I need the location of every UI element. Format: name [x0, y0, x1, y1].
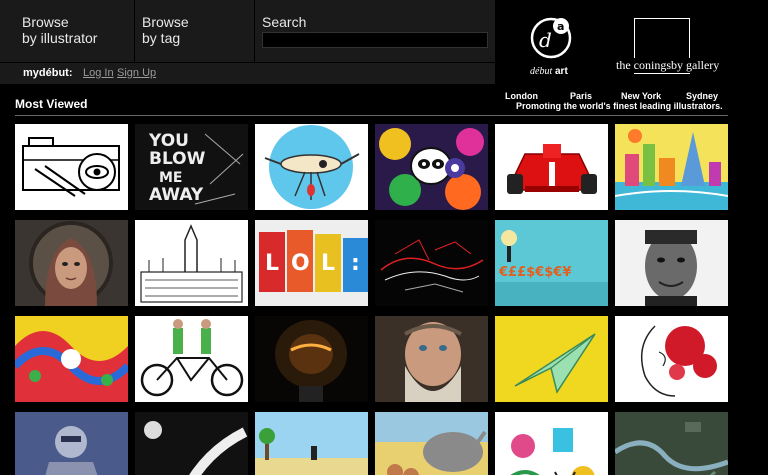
thumbnail[interactable] [375, 412, 488, 475]
svg-text:ME: ME [159, 170, 183, 186]
browse-label: Browse [142, 14, 189, 30]
thumbnail[interactable] [15, 220, 128, 306]
thumbnail[interactable]: €££$€$€¥ [495, 220, 608, 306]
login-link[interactable]: Log In [83, 67, 114, 79]
tagline: Promoting the world's finest leading ill… [516, 101, 723, 111]
search-section: Search [255, 0, 495, 62]
svg-text:YOU: YOU [148, 131, 189, 151]
thumbnail[interactable] [15, 412, 128, 475]
search-input[interactable] [262, 32, 488, 48]
thumbnail[interactable] [615, 124, 728, 210]
thumbnail[interactable] [495, 412, 608, 475]
by-illustrator-label: by illustrator [22, 30, 98, 46]
thumbnail[interactable] [135, 412, 248, 475]
svg-text:€££$€$€¥: €££$€$€¥ [498, 265, 571, 280]
thumbnail[interactable]: YOU BLOW ME AWAY [135, 124, 248, 210]
thumbnail[interactable] [255, 412, 368, 475]
thumbnail[interactable] [375, 316, 488, 402]
city-sydney: Sydney [686, 91, 719, 101]
browse-by-tag-link[interactable]: Browse by tag [135, 0, 255, 62]
city-new-york: New York [621, 91, 662, 101]
svg-text::: : [351, 251, 360, 276]
thumbnail[interactable] [255, 316, 368, 402]
thumbnail[interactable] [495, 316, 608, 402]
svg-text:BLOW: BLOW [149, 149, 206, 169]
thumbnail[interactable] [495, 124, 608, 210]
svg-text:AWAY: AWAY [149, 185, 204, 205]
thumbnail[interactable] [375, 124, 488, 210]
debut-art-logo-icon: d a [530, 17, 572, 59]
nav-divider [0, 62, 495, 63]
coningsby-gallery-logo[interactable]: the coningsby gallery [615, 18, 727, 76]
browse-by-illustrator-link[interactable]: Browse by illustrator [0, 0, 135, 62]
svg-text:L: L [265, 251, 279, 276]
section-title: Most Viewed [15, 97, 88, 111]
mydebut-brand: mydébut: [23, 67, 73, 79]
svg-text:L: L [321, 251, 335, 276]
svg-text:d: d [539, 28, 552, 52]
city-paris: Paris [570, 91, 593, 101]
signup-link[interactable]: Sign Up [117, 67, 156, 79]
by-tag-label: by tag [142, 30, 181, 46]
browse-label: Browse [22, 14, 69, 30]
svg-text:a: a [557, 20, 564, 33]
debut-art-wordmark: début art [530, 66, 568, 77]
search-label: Search [262, 14, 307, 30]
thumbnail[interactable] [15, 316, 128, 402]
thumbnail[interactable] [615, 220, 728, 306]
svg-text:O: O [291, 251, 310, 276]
thumbnail[interactable] [135, 220, 248, 306]
city-london: London [505, 91, 538, 101]
thumbnail-grid: YOU BLOW ME AWAY L O L: €££$€$€¥ [15, 124, 731, 475]
debut-art-logo[interactable]: d a début art [520, 14, 580, 77]
gallery-wordmark: the coningsby gallery [615, 58, 727, 73]
section-divider [15, 115, 728, 116]
thumbnail[interactable] [375, 220, 488, 306]
thumbnail[interactable] [135, 316, 248, 402]
thumbnail[interactable] [615, 412, 728, 475]
thumbnail[interactable]: LOL: [255, 220, 368, 306]
thumbnail[interactable] [255, 124, 368, 210]
thumbnail[interactable] [15, 124, 128, 210]
thumbnail[interactable] [615, 316, 728, 402]
